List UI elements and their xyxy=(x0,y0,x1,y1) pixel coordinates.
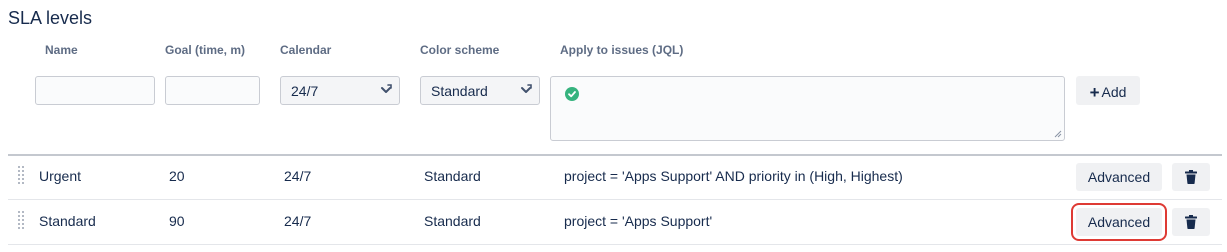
row-goal: 90 xyxy=(169,213,185,229)
add-button-label: Add xyxy=(1101,84,1127,100)
column-header-color-scheme: Color scheme xyxy=(420,43,500,57)
row-color-scheme: Standard xyxy=(424,168,481,184)
chevron-updown-icon xyxy=(381,84,392,93)
row-calendar: 24/7 xyxy=(284,168,312,184)
advanced-button[interactable]: Advanced xyxy=(1071,203,1167,241)
name-input[interactable] xyxy=(35,76,155,105)
column-header-goal: Goal (time, m) xyxy=(165,43,246,57)
advanced-button[interactable]: Advanced xyxy=(1076,163,1162,191)
row-separator xyxy=(8,244,1222,245)
trash-icon xyxy=(1185,215,1197,229)
row-name: Standard xyxy=(39,213,96,229)
delete-button[interactable] xyxy=(1172,208,1210,236)
add-button[interactable]: + Add xyxy=(1076,76,1140,105)
trash-icon xyxy=(1185,170,1197,184)
goal-input[interactable] xyxy=(165,76,260,105)
calendar-select[interactable]: 24/7 xyxy=(280,76,400,105)
section-title: SLA levels xyxy=(8,8,93,28)
row-separator xyxy=(8,199,1222,200)
row-jql: project = 'Apps Support' xyxy=(564,213,713,229)
plus-icon: + xyxy=(1089,83,1100,102)
row-jql: project = 'Apps Support' AND priority in… xyxy=(564,168,903,184)
chevron-updown-icon xyxy=(521,84,532,93)
color-scheme-select[interactable]: Standard xyxy=(420,76,540,105)
column-header-calendar: Calendar xyxy=(280,43,332,57)
calendar-select-value: 24/7 xyxy=(291,83,319,99)
column-header-jql: Apply to issues (JQL) xyxy=(560,43,684,57)
drag-handle-icon[interactable] xyxy=(17,210,25,232)
row-color-scheme: Standard xyxy=(424,213,481,229)
column-header-name: Name xyxy=(45,43,78,57)
color-scheme-select-value: Standard xyxy=(431,83,488,99)
delete-button[interactable] xyxy=(1172,163,1210,191)
row-goal: 20 xyxy=(169,168,185,184)
row-name: Urgent xyxy=(39,168,82,184)
jql-textarea[interactable] xyxy=(550,76,1065,141)
row-calendar: 24/7 xyxy=(284,213,312,229)
resize-grip-icon[interactable] xyxy=(1054,130,1062,138)
drag-handle-icon[interactable] xyxy=(17,165,25,187)
table-divider xyxy=(8,154,1222,156)
check-circle-icon xyxy=(565,87,579,101)
